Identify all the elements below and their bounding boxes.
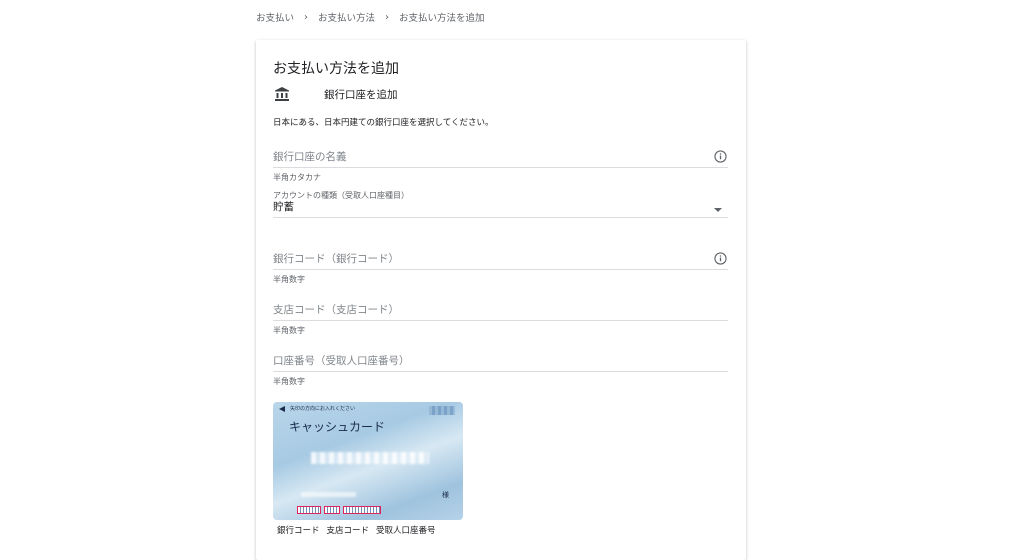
branch-code-placeholder: 支店コード（支店コード） — [273, 304, 399, 316]
card-blurred-logo — [429, 406, 455, 415]
add-payment-method-card: お支払い方法を追加 銀行口座を追加 日本にある、日本円建ての銀行口座を選択してく… — [256, 40, 746, 560]
card-suffix: 様 — [442, 491, 449, 499]
card-header: 矢印の方向にお入れください — [279, 405, 355, 412]
bank-account-row: 銀行口座を追加 — [274, 86, 398, 102]
branch-code-highlight — [324, 506, 340, 514]
account-name-hint: 半角カタカナ — [273, 173, 321, 182]
breadcrumb-item-payments[interactable]: お支払い — [256, 10, 294, 24]
insert-arrow-icon — [279, 405, 285, 412]
card-blurred-name — [311, 452, 429, 464]
account-type-dropdown[interactable]: 貯蓄 — [273, 201, 728, 218]
bank-code-field[interactable]: 銀行コード（銀行コード） 半角数字 — [273, 252, 728, 285]
breadcrumb-separator: › — [304, 11, 309, 23]
description-text: 日本にある、日本円建ての銀行口座を選択してください。 — [273, 118, 494, 128]
caption-bank-code: 銀行コード — [277, 526, 320, 536]
account-number-highlight — [343, 506, 381, 514]
account-name-field[interactable]: 銀行口座の名義 半角カタカナ — [273, 150, 728, 183]
info-icon[interactable] — [714, 252, 727, 265]
bank-icon — [275, 87, 289, 101]
bank-code-input[interactable]: 銀行コード（銀行コード） — [273, 252, 728, 270]
cash-card-illustration: 矢印の方向にお入れください キャッシュカード 様 — [273, 402, 463, 520]
caption-branch-code: 支店コード — [326, 526, 370, 536]
account-name-input[interactable]: 銀行口座の名義 — [273, 150, 728, 168]
breadcrumb-item-add-payment-method: お支払い方法を追加 — [399, 13, 485, 24]
branch-code-hint: 半角数字 — [273, 326, 305, 335]
account-type-label: アカウントの種類（受取人口座種目） — [273, 191, 409, 200]
card-number-highlights — [297, 506, 381, 514]
caption-account-number: 受取人口座番号 — [376, 526, 436, 536]
breadcrumb-separator: › — [385, 11, 390, 23]
info-icon[interactable] — [714, 150, 727, 163]
account-type-value: 貯蓄 — [273, 201, 294, 213]
account-number-field[interactable]: 口座番号（受取人口座番号） 半角数字 — [273, 354, 728, 387]
dropdown-arrow-icon[interactable] — [714, 208, 722, 212]
account-number-input[interactable]: 口座番号（受取人口座番号） — [273, 354, 728, 372]
breadcrumb: お支払い › お支払い方法 › お支払い方法を追加 — [256, 10, 485, 25]
breadcrumb-item-payment-methods[interactable]: お支払い方法 — [318, 10, 375, 24]
card-captions: 銀行コード 支店コード 受取人口座番号 — [277, 524, 436, 536]
account-type-select[interactable]: アカウントの種類（受取人口座種目） 貯蓄 — [273, 190, 728, 218]
bank-account-label: 銀行口座を追加 — [324, 88, 398, 101]
account-number-placeholder: 口座番号（受取人口座番号） — [273, 355, 410, 367]
bank-code-highlight — [297, 506, 321, 514]
card-header-text: 矢印の方向にお入れください — [290, 406, 356, 412]
page-title: お支払い方法を追加 — [273, 61, 399, 77]
branch-code-field[interactable]: 支店コード（支店コード） 半角数字 — [273, 303, 728, 336]
card-blurred-detail — [301, 492, 356, 497]
branch-code-input[interactable]: 支店コード（支店コード） — [273, 303, 728, 321]
bank-code-hint: 半角数字 — [273, 275, 305, 284]
bank-code-placeholder: 銀行コード（銀行コード） — [273, 253, 399, 265]
card-name: キャッシュカード — [289, 420, 386, 434]
account-name-placeholder: 銀行口座の名義 — [273, 151, 347, 163]
account-number-hint: 半角数字 — [273, 377, 305, 386]
